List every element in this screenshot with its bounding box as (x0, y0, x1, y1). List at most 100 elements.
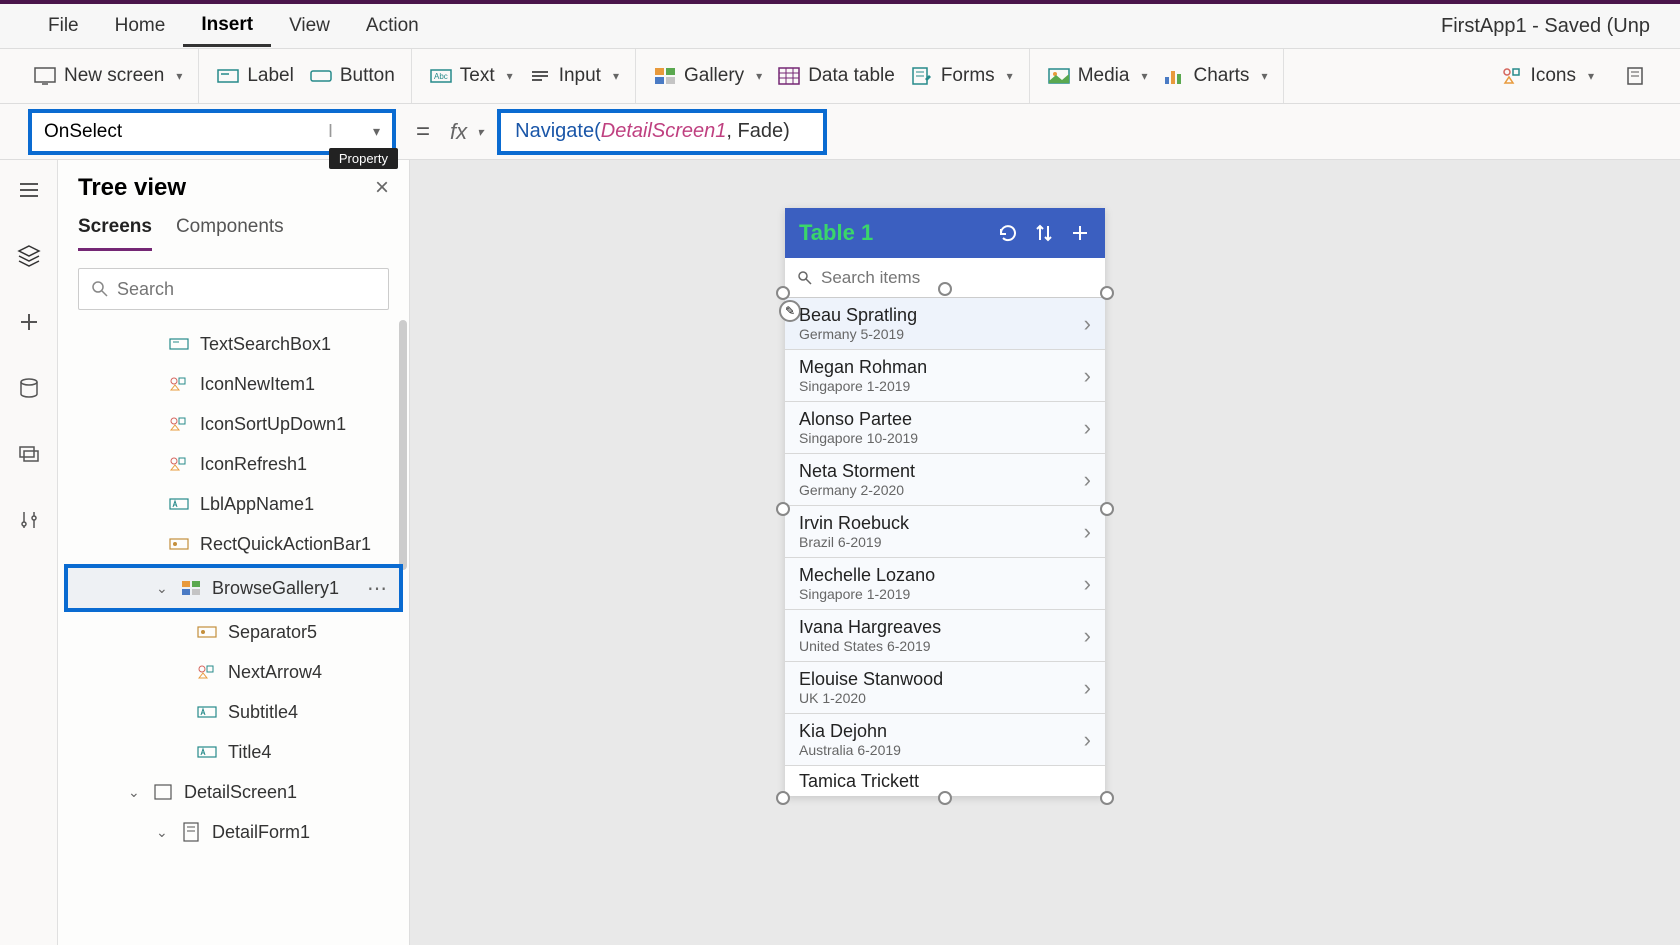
edit-badge-icon[interactable]: ✎ (779, 300, 801, 322)
menu-file[interactable]: File (30, 7, 97, 45)
media-rail-button[interactable] (9, 434, 49, 474)
tree-item-label: RectQuickActionBar1 (200, 534, 371, 555)
selection-handle[interactable] (776, 286, 790, 300)
forms-button[interactable]: Forms ▾ (911, 65, 1013, 87)
text-button[interactable]: Abc Text ▾ (430, 65, 513, 87)
menu-view[interactable]: View (271, 7, 348, 45)
formula-bar: OnSelect I ▾ Property = fx ▾ Navigate(De… (0, 104, 1680, 160)
gallery-item[interactable]: Mechelle LozanoSingapore 1-2019› (785, 558, 1105, 610)
forms-icon (911, 65, 933, 87)
refresh-icon[interactable] (997, 222, 1019, 244)
chevron-right-icon[interactable]: › (1084, 571, 1091, 597)
chevron-right-icon[interactable]: › (1084, 467, 1091, 493)
charts-button[interactable]: Charts ▾ (1163, 65, 1267, 87)
tree-item-detailform[interactable]: ⌄ DetailForm1 (58, 812, 409, 852)
gallery-item[interactable]: Megan RohmanSingapore 1-2019› (785, 350, 1105, 402)
data-table-button[interactable]: Data table (778, 65, 895, 87)
gallery-item[interactable]: Beau SpratlingGermany 5-2019› (785, 298, 1105, 350)
tree-item-detailscreen[interactable]: ⌄ DetailScreen1 (58, 772, 409, 812)
button-button[interactable]: Button (310, 65, 395, 87)
fx-button[interactable]: fx ▾ (450, 119, 483, 145)
selection-handle[interactable] (1100, 502, 1114, 516)
tree-item-label: Title4 (228, 742, 271, 763)
data-button[interactable] (9, 368, 49, 408)
input-button[interactable]: Input ▾ (529, 65, 619, 87)
selection-handle[interactable] (776, 502, 790, 516)
tree-item-rectquickactionbar[interactable]: RectQuickActionBar1 (58, 524, 409, 564)
selection-handle[interactable] (1100, 791, 1114, 805)
advanced-tools-button[interactable] (9, 500, 49, 540)
tree-item-title[interactable]: Title4 (58, 732, 409, 772)
chevron-down-icon: ▾ (176, 69, 182, 83)
media-label: Media (1078, 65, 1130, 87)
canvas[interactable]: Table 1 Beau SpratlingGermany 5-2019›Me (410, 160, 1680, 945)
formula-input[interactable]: Navigate(DetailScreen1, Fade) (497, 109, 827, 155)
group-icon (168, 415, 190, 433)
gallery-container[interactable]: Beau SpratlingGermany 5-2019›Megan Rohma… (785, 298, 1105, 796)
scrollbar[interactable] (399, 320, 407, 570)
tree-item-label: IconRefresh1 (200, 454, 307, 475)
menu-home[interactable]: Home (97, 7, 184, 45)
tree-item-separator[interactable]: Separator5 (58, 612, 409, 652)
gallery-item-subtitle: Australia 6-2019 (799, 742, 1084, 758)
tree-item-iconnewitem[interactable]: IconNewItem1 (58, 364, 409, 404)
gallery-button[interactable]: Gallery ▾ (654, 65, 762, 87)
tree-search[interactable] (78, 268, 389, 310)
sort-icon[interactable] (1033, 222, 1055, 244)
gallery-item[interactable]: Irvin RoebuckBrazil 6-2019› (785, 506, 1105, 558)
label-icon (196, 703, 218, 721)
chevron-down-icon: ▾ (373, 123, 380, 140)
button-icon (310, 65, 332, 87)
tree-item-label: IconSortUpDown1 (200, 414, 346, 435)
gallery-item[interactable]: Neta StormentGermany 2-2020› (785, 454, 1105, 506)
menu-insert[interactable]: Insert (183, 6, 271, 47)
chevron-down-icon[interactable]: ⌄ (156, 580, 170, 597)
tree-item-subtitle[interactable]: Subtitle4 (58, 692, 409, 732)
more-options-button[interactable]: ⋯ (367, 576, 387, 601)
chevron-down-icon[interactable]: ⌄ (128, 784, 142, 801)
tree-item-label: Subtitle4 (228, 702, 298, 723)
tree-search-input[interactable] (117, 279, 376, 300)
insert-button[interactable] (9, 302, 49, 342)
phone-search-input[interactable] (821, 268, 1093, 288)
gallery-item[interactable]: Alonso ParteeSingapore 10-2019› (785, 402, 1105, 454)
selection-handle[interactable] (1100, 286, 1114, 300)
tree-item-textsearchbox[interactable]: TextSearchBox1 (58, 324, 409, 364)
tree-item-lblappname[interactable]: LblAppName1 (58, 484, 409, 524)
menu-action[interactable]: Action (348, 7, 437, 45)
gallery-item[interactable]: Ivana HargreavesUnited States 6-2019› (785, 610, 1105, 662)
tree-item-iconsortudown[interactable]: IconSortUpDown1 (58, 404, 409, 444)
gallery-icon (654, 65, 676, 87)
tree-item-nextarrow[interactable]: NextArrow4 (58, 652, 409, 692)
selection-handle[interactable] (938, 791, 952, 805)
selection-handle[interactable] (938, 282, 952, 296)
chevron-right-icon[interactable]: › (1084, 727, 1091, 753)
selection-handle[interactable] (776, 791, 790, 805)
tab-screens[interactable]: Screens (78, 216, 152, 251)
chevron-right-icon[interactable]: › (1084, 623, 1091, 649)
label-button[interactable]: Label (217, 65, 294, 87)
tree-view-button[interactable] (9, 236, 49, 276)
equals-sign: = (416, 118, 430, 146)
tree-item-browsegallery[interactable]: ⌄ BrowseGallery1 ⋯ (64, 564, 403, 612)
tree-item-iconrefresh[interactable]: IconRefresh1 (58, 444, 409, 484)
tab-components[interactable]: Components (176, 216, 284, 251)
property-selector[interactable]: OnSelect I ▾ Property (28, 109, 396, 155)
chevron-right-icon[interactable]: › (1084, 363, 1091, 389)
gallery-item[interactable]: Elouise StanwoodUK 1-2020› (785, 662, 1105, 714)
gallery-item-subtitle: United States 6-2019 (799, 638, 1084, 654)
group-icon (196, 663, 218, 681)
chevron-right-icon[interactable]: › (1084, 675, 1091, 701)
chevron-right-icon[interactable]: › (1084, 519, 1091, 545)
media-button[interactable]: Media ▾ (1048, 65, 1148, 87)
chevron-right-icon[interactable]: › (1084, 415, 1091, 441)
chevron-down-icon[interactable]: ⌄ (156, 824, 170, 841)
gallery-item[interactable]: Kia DejohnAustralia 6-2019› (785, 714, 1105, 766)
ai-builder-icon[interactable] (1624, 65, 1646, 87)
chevron-right-icon[interactable]: › (1084, 311, 1091, 337)
add-icon[interactable] (1069, 222, 1091, 244)
hamburger-button[interactable] (9, 170, 49, 210)
icons-button[interactable]: Icons ▾ (1501, 65, 1594, 87)
close-button[interactable]: × (375, 174, 389, 202)
new-screen-button[interactable]: New screen ▾ (34, 65, 182, 87)
